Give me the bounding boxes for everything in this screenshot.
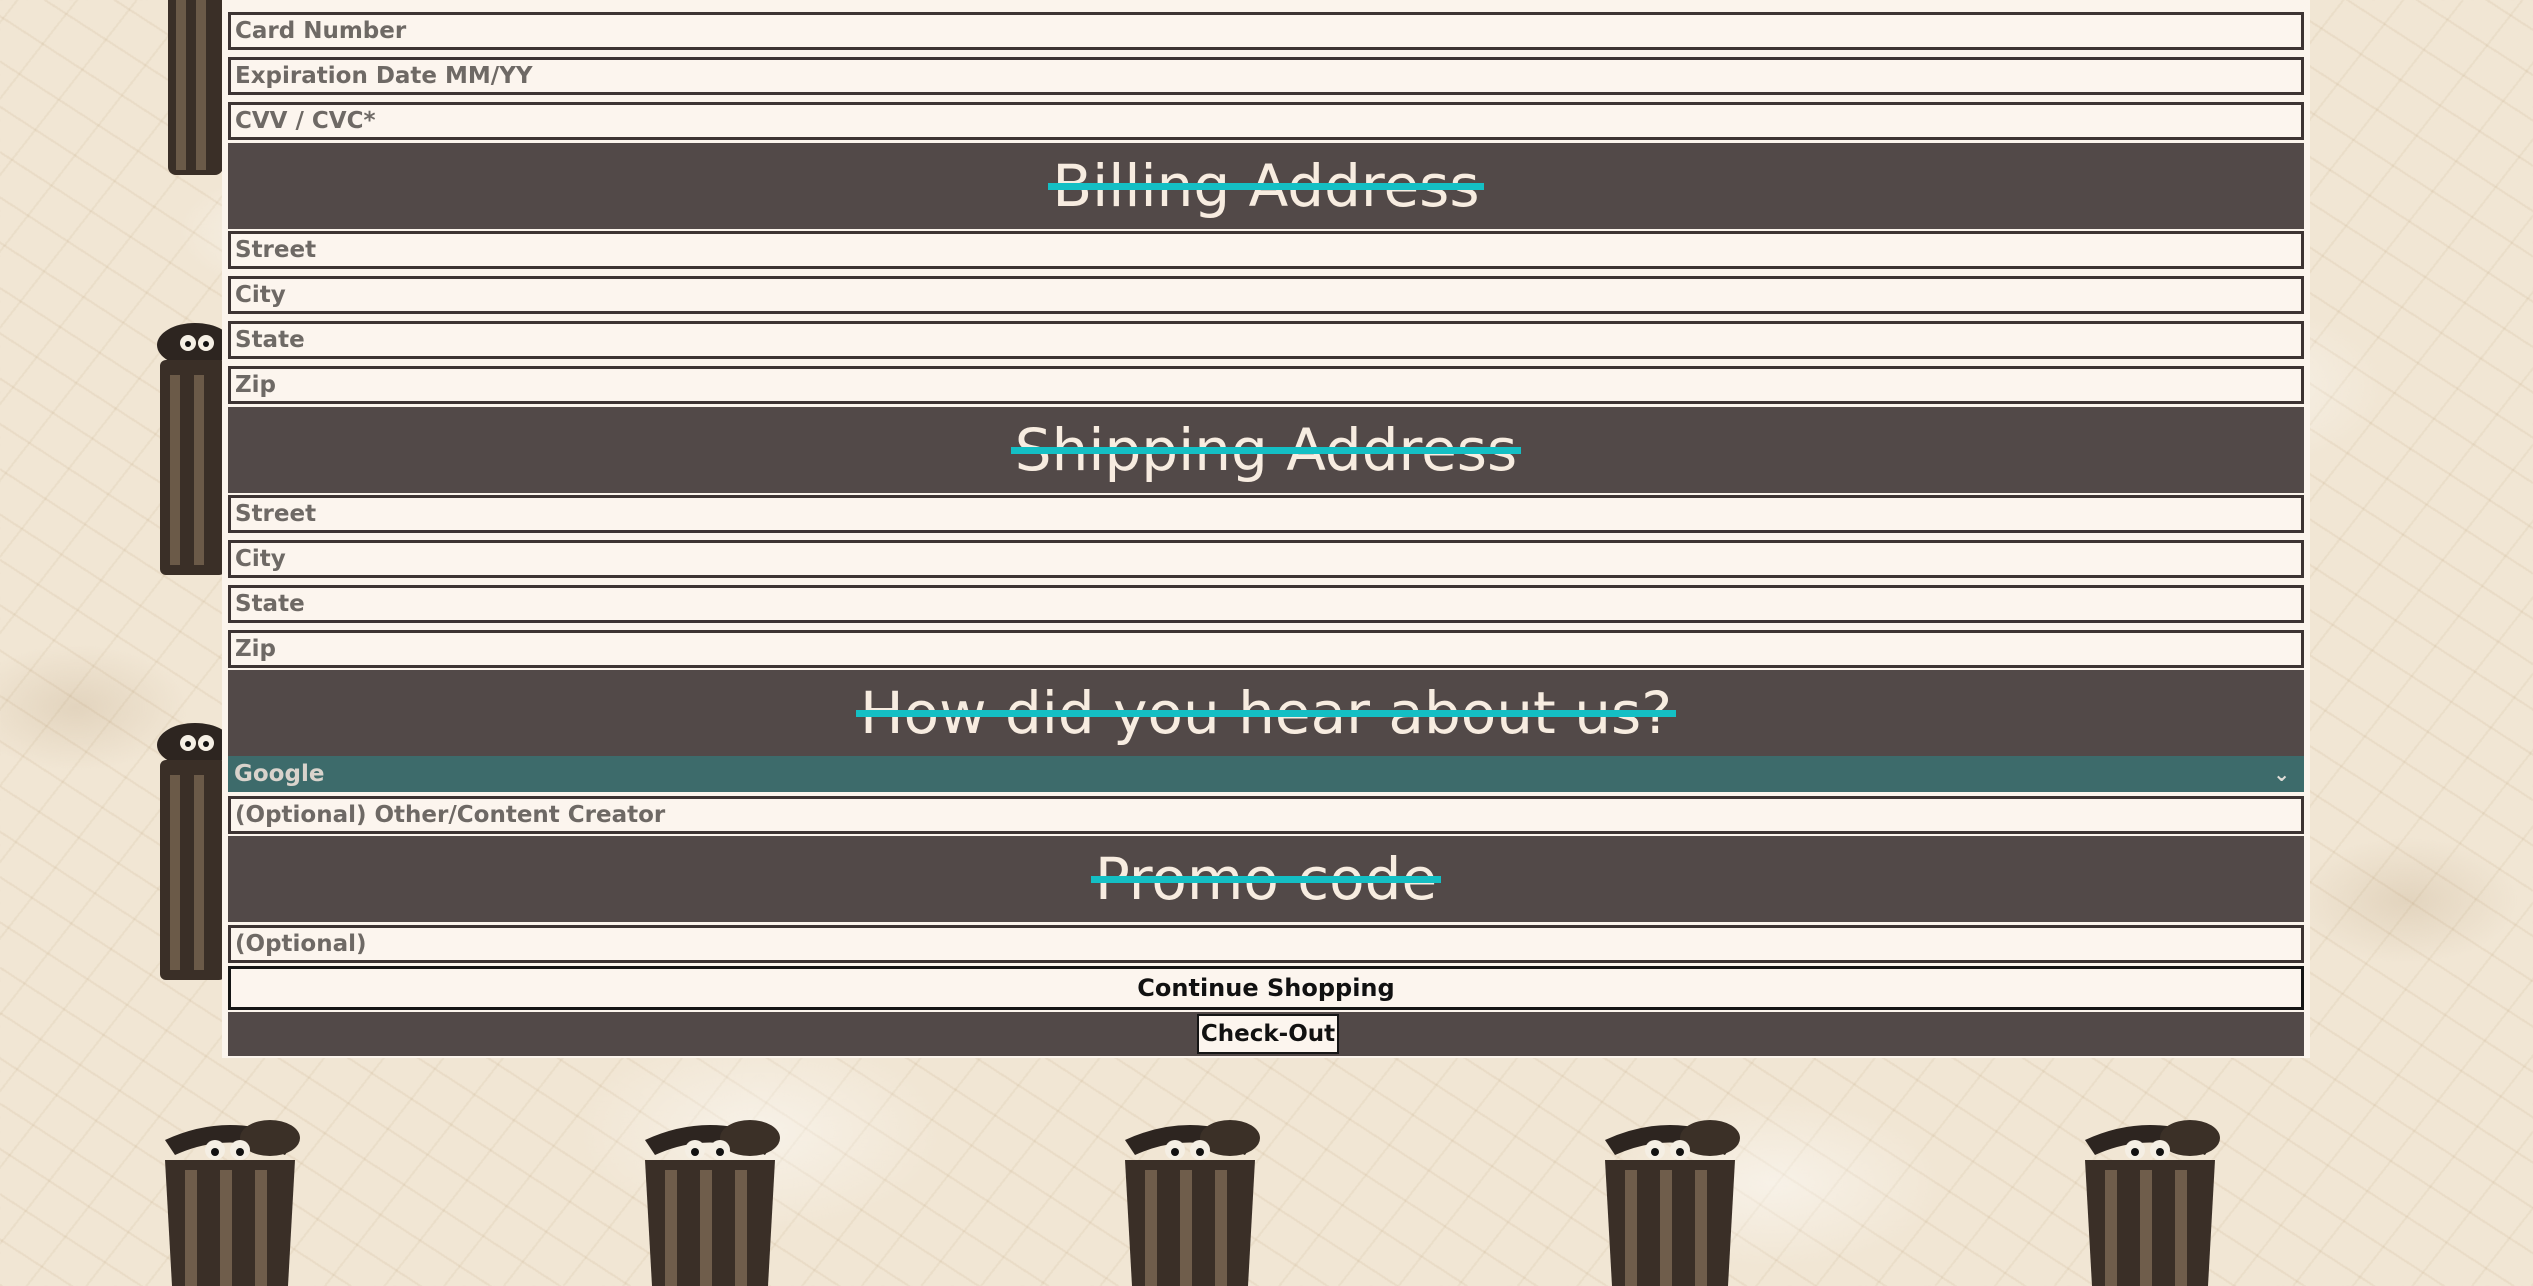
trash-can-icon xyxy=(150,0,230,180)
trash-can-icon xyxy=(625,1110,795,1286)
chevron-down-icon: ⌄ xyxy=(2273,762,2290,786)
shipping-zip-field[interactable]: Zip xyxy=(228,630,2304,668)
referral-source-select[interactable]: Google ⌄ xyxy=(228,756,2304,792)
checkout-button[interactable]: Check-Out xyxy=(1197,1014,1339,1054)
billing-street-field[interactable]: Street xyxy=(228,231,2304,269)
promo-code-heading: Promo code xyxy=(228,836,2304,922)
referral-title: How did you hear about us? xyxy=(856,670,1676,756)
billing-zip-field[interactable]: Zip xyxy=(228,366,2304,404)
shipping-address-title: Shipping Address xyxy=(1010,407,1522,493)
promo-code-field[interactable]: (Optional) xyxy=(228,925,2304,963)
trash-can-icon xyxy=(150,715,230,990)
trash-can-icon xyxy=(1585,1110,1755,1286)
trash-can-icon xyxy=(145,1110,315,1286)
cvv-field[interactable]: CVV / CVC* xyxy=(228,102,2304,140)
trash-can-icon xyxy=(150,315,230,585)
shipping-city-field[interactable]: City xyxy=(228,540,2304,578)
shipping-state-field[interactable]: State xyxy=(228,585,2304,623)
shipping-street-field[interactable]: Street xyxy=(228,495,2304,533)
expiration-date-field[interactable]: Expiration Date MM/YY xyxy=(228,57,2304,95)
card-number-field[interactable]: Card Number xyxy=(228,12,2304,50)
billing-state-field[interactable]: State xyxy=(228,321,2304,359)
billing-city-field[interactable]: City xyxy=(228,276,2304,314)
billing-address-heading: Billing Address xyxy=(228,143,2304,229)
trash-can-icon xyxy=(1105,1110,1275,1286)
referral-heading: How did you hear about us? xyxy=(228,670,2304,756)
promo-code-title: Promo code xyxy=(1090,836,1442,922)
referral-other-field[interactable]: (Optional) Other/Content Creator xyxy=(228,796,2304,834)
continue-shopping-button[interactable]: Continue Shopping xyxy=(228,966,2304,1010)
shipping-address-heading: Shipping Address xyxy=(228,407,2304,493)
billing-address-title: Billing Address xyxy=(1048,143,1484,229)
referral-selected-value: Google xyxy=(234,761,325,787)
trash-can-icon xyxy=(2065,1110,2235,1286)
